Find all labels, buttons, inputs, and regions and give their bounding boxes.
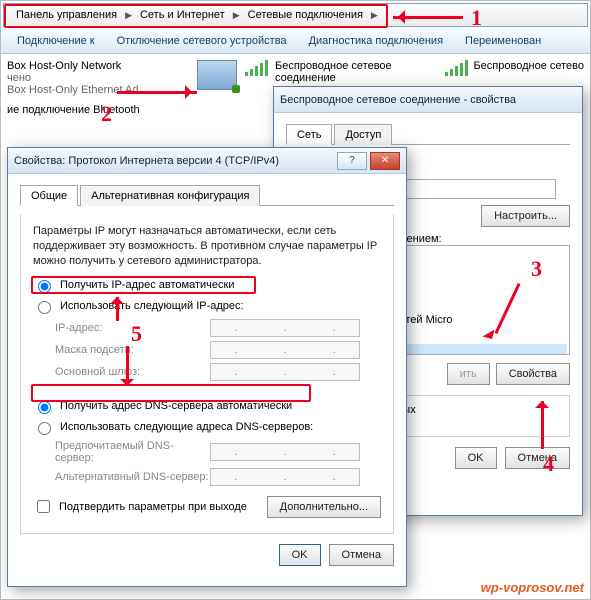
arrow-icon (541, 401, 544, 449)
tab-alternate[interactable]: Альтернативная конфигурация (80, 185, 260, 206)
crumb-network-internet[interactable]: Сеть и Интернет (134, 7, 231, 23)
crumb-control-panel[interactable]: Панель управления (10, 7, 123, 23)
arrow-head-icon (535, 394, 549, 408)
crumb-net-connections[interactable]: Сетевые подключения (242, 7, 369, 23)
window-title: Свойства: Протокол Интернета версии 4 (T… (14, 155, 334, 167)
adapter-hostonly[interactable]: Box Host-Only Network чено Box Host-Only… (7, 60, 167, 148)
radio-label: Получить IP-адрес автоматически (60, 279, 234, 291)
ok-button[interactable]: OK (279, 544, 321, 566)
adapter-bluetooth-title: ие подключение Bluetooth (7, 104, 167, 116)
annotation-number-4: 4 (543, 451, 554, 477)
radio-dns-manual[interactable]: Использовать следующие адреса DNS-сервер… (33, 419, 381, 435)
annotation-number-5: 5 (131, 321, 142, 347)
radio-label: Использовать следующий IP-адрес: (60, 300, 244, 312)
radio-input[interactable] (38, 401, 51, 414)
breadcrumb[interactable]: Панель управления ▶ Сеть и Интернет ▶ Се… (3, 3, 588, 27)
properties-button[interactable]: Свойства (496, 363, 570, 385)
annotation-number-3: 3 (531, 256, 542, 282)
annotation-number-1: 1 (471, 5, 482, 31)
cancel-button[interactable]: Отмена (329, 544, 394, 566)
arrow-icon (393, 16, 463, 19)
arrow-head-icon (120, 379, 134, 393)
validate-checkbox[interactable] (37, 500, 50, 513)
dns1-input[interactable]: ... (210, 443, 360, 461)
toolbar-rename[interactable]: Переименован (461, 33, 545, 49)
label-gateway: Основной шлюз: (55, 366, 210, 378)
ip-address-input[interactable]: ... (210, 319, 360, 337)
wifi-signal-icon (245, 60, 267, 76)
radio-ip-manual[interactable]: Использовать следующий IP-адрес: (33, 298, 381, 314)
tabs: Общие Альтернативная конфигурация (20, 184, 394, 206)
cancel-button[interactable]: Отмена (505, 447, 570, 469)
arrow-head-icon (110, 290, 124, 304)
tab-general[interactable]: Общие (20, 185, 78, 206)
label-dns2: Альтернативный DNS-сервер: (55, 471, 210, 483)
radio-ip-auto[interactable]: Получить IP-адрес автоматически (33, 277, 381, 293)
adapter-sub: чено (7, 72, 167, 84)
close-button[interactable]: ✕ (370, 152, 400, 170)
arrow-icon (126, 346, 129, 382)
radio-input[interactable] (38, 422, 51, 435)
radio-label: Использовать следующие адреса DNS-сервер… (60, 421, 313, 433)
validate-label: Подтвердить параметры при выходе (59, 501, 247, 513)
radio-input[interactable] (38, 301, 51, 314)
chevron-right-icon[interactable]: ▶ (231, 10, 242, 21)
radio-label: Получить адрес DNS-сервера автоматически (60, 400, 292, 412)
advanced-button[interactable]: Дополнительно... (267, 496, 381, 518)
adapter-title: Беспроводное сетевое (275, 60, 392, 72)
chevron-right-icon[interactable]: ▶ (369, 10, 380, 21)
dns2-input[interactable]: ... (210, 468, 360, 486)
toolbar-connect-to[interactable]: Подключение к (13, 33, 99, 49)
label-dns1: Предпочитаемый DNS-сервер: (55, 440, 210, 464)
arrow-icon (117, 91, 197, 94)
tab-access[interactable]: Доступ (334, 124, 392, 145)
command-bar: Подключение к Отключение сетевого устрой… (1, 29, 590, 54)
annotation-number-2: 2 (101, 101, 112, 127)
chevron-right-icon[interactable]: ▶ (123, 10, 134, 21)
window-title: Беспроводное сетевое соединение - свойст… (280, 94, 576, 106)
tabs: Сеть Доступ (286, 123, 570, 145)
titlebar[interactable]: Свойства: Протокол Интернета версии 4 (T… (8, 148, 406, 174)
adapter-sub2: Box Host-Only Ethernet Ad... (7, 84, 167, 96)
adapter-title: Box Host-Only Network (7, 60, 167, 72)
ip-desc: Параметры IP могут назначаться автоматич… (33, 224, 381, 269)
ipv4-properties-window[interactable]: Свойства: Протокол Интернета версии 4 (T… (7, 147, 407, 587)
tab-network[interactable]: Сеть (286, 124, 332, 145)
toolbar-disable[interactable]: Отключение сетевого устройства (113, 33, 291, 49)
configure-button[interactable]: Настроить... (481, 205, 570, 227)
titlebar[interactable]: Беспроводное сетевое соединение - свойст… (274, 87, 582, 113)
adapter-title: Беспроводное сетево (473, 60, 584, 72)
watermark: wp-voprosov.net (481, 580, 584, 595)
network-adapter-icon (197, 60, 237, 90)
radio-input[interactable] (38, 280, 51, 293)
toolbar-diagnose[interactable]: Диагностика подключения (305, 33, 447, 49)
radio-dns-auto[interactable]: Получить адрес DNS-сервера автоматически (33, 398, 381, 414)
subnet-mask-input[interactable]: ... (210, 341, 360, 359)
uninstall-button[interactable]: ить (447, 363, 490, 385)
help-button[interactable]: ? (337, 152, 367, 170)
adapter-sub: соединение (275, 72, 392, 84)
gateway-input[interactable]: ... (210, 363, 360, 381)
adapter-wireless-2[interactable]: Беспроводное сетево (445, 60, 584, 76)
ok-button[interactable]: OK (455, 447, 497, 469)
wifi-signal-icon (445, 60, 467, 76)
